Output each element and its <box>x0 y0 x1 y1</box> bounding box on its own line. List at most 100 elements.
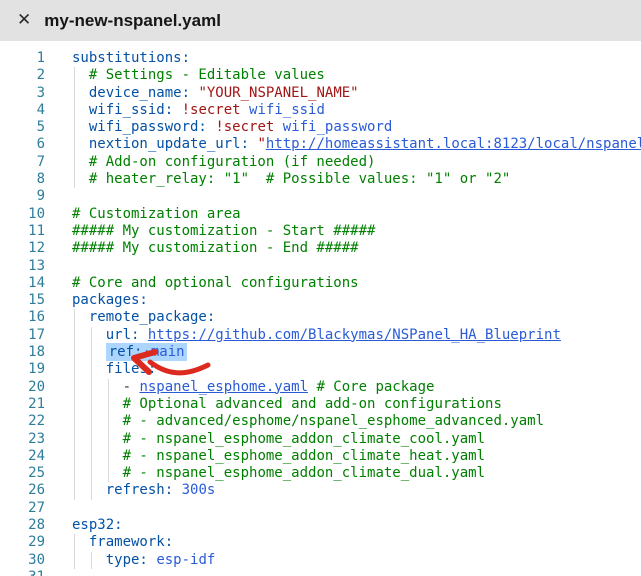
code-token-comment: # Add-on configuration (if needed) <box>89 154 376 170</box>
code-token-value: 300s <box>182 482 216 498</box>
code-token-string: " <box>257 136 265 152</box>
code-line[interactable]: 17 url: https://github.com/Blackymas/NSP… <box>0 327 641 344</box>
code-line[interactable]: 21 # Optional advanced and add-on config… <box>0 396 641 413</box>
code-line[interactable]: 6 nextion_update_url: "http://homeassist… <box>0 136 641 153</box>
editor-window: ✕ my-new-nspanel.yaml 1substitutions:2 #… <box>0 0 641 576</box>
code-line-text: ##### My customization - End ##### <box>72 240 641 257</box>
code-token-comment: ##### My customization - Start ##### <box>72 223 375 239</box>
line-number: 19 <box>0 361 45 378</box>
code-line-text: ##### My customization - Start ##### <box>72 223 641 240</box>
code-line[interactable]: 25 # - nspanel_esphome_addon_climate_dua… <box>0 465 641 482</box>
code-token-key: esp32: <box>72 517 123 533</box>
code-line[interactable]: 23 # - nspanel_esphome_addon_climate_coo… <box>0 431 641 448</box>
code-line[interactable]: 4 wifi_ssid: !secret wifi_ssid <box>0 102 641 119</box>
code-line-text: # - nspanel_esphome_addon_climate_cool.y… <box>72 431 641 448</box>
line-number: 30 <box>0 552 45 569</box>
code-line-text: packages: <box>72 292 641 309</box>
indent-guide <box>74 67 75 84</box>
code-line-text: # Customization area <box>72 206 641 223</box>
indent-guide <box>91 413 92 430</box>
code-line[interactable]: 11 ##### My customization - Start ##### <box>0 223 641 240</box>
line-number: 14 <box>0 275 45 292</box>
code-line-text: framework: <box>72 534 641 551</box>
indent-guide <box>74 482 75 499</box>
indent-guide <box>91 396 92 413</box>
code-line[interactable]: 15packages: <box>0 292 641 309</box>
code-token-key: nextion_update_url: <box>89 136 249 152</box>
indent-guide <box>74 344 75 361</box>
indent-guide <box>91 379 92 396</box>
code-token-comment: ##### My customization - End ##### <box>72 240 359 256</box>
line-number: 24 <box>0 448 45 465</box>
indent-guide <box>108 431 109 448</box>
indent-guide <box>74 396 75 413</box>
line-number: 26 <box>0 482 45 499</box>
code-line[interactable]: 13 <box>0 258 641 275</box>
code-line-text: # - nspanel_esphome_addon_climate_heat.y… <box>72 448 641 465</box>
line-number: 9 <box>0 188 45 205</box>
code-line[interactable]: 30 type: esp-idf <box>0 552 641 569</box>
code-token-tag: !secret <box>182 102 241 118</box>
line-number: 11 <box>0 223 45 240</box>
indent-guide <box>91 552 92 569</box>
indent-guide <box>74 361 75 378</box>
code-line-text: files: <box>72 361 641 378</box>
code-line[interactable]: 27 <box>0 500 641 517</box>
code-line[interactable]: 3 device_name: "YOUR_NSPANEL_NAME" <box>0 85 641 102</box>
code-line[interactable]: 7 # Add-on configuration (if needed) <box>0 154 641 171</box>
code-token-plain <box>139 327 147 343</box>
indent-guide <box>91 448 92 465</box>
code-line-text: # Optional advanced and add-on configura… <box>72 396 641 413</box>
indent-guide <box>74 171 75 188</box>
code-line[interactable]: 1substitutions: <box>0 50 641 67</box>
code-token-value: wifi_password <box>283 119 393 135</box>
line-number: 4 <box>0 102 45 119</box>
code-line[interactable]: 28esp32: <box>0 517 641 534</box>
code-line[interactable]: 29 framework: <box>0 534 641 551</box>
line-number: 6 <box>0 136 45 153</box>
code-token-key: refresh: <box>106 482 173 498</box>
code-line[interactable]: 5 wifi_password: !secret wifi_password <box>0 119 641 136</box>
code-token-comment: # - nspanel_esphome_addon_climate_dual.y… <box>123 465 485 481</box>
line-number: 16 <box>0 309 45 326</box>
indent-guide <box>91 344 92 361</box>
indent-guide <box>74 465 75 482</box>
code-token-key: substitutions: <box>72 50 190 66</box>
code-line[interactable]: 14# Core and optional configurations <box>0 275 641 292</box>
indent-guide <box>74 431 75 448</box>
indent-guide <box>74 309 75 326</box>
code-line[interactable]: 9 <box>0 188 641 205</box>
code-line-text: # heater_relay: "1" # Possible values: "… <box>72 171 641 188</box>
line-number: 17 <box>0 327 45 344</box>
code-line[interactable]: 2 # Settings - Editable values <box>0 67 641 84</box>
close-icon[interactable]: ✕ <box>17 12 31 29</box>
code-token-string: "YOUR_NSPANEL_NAME" <box>198 85 358 101</box>
code-line[interactable]: 24 # - nspanel_esphome_addon_climate_hea… <box>0 448 641 465</box>
code-token-key: wifi_ssid: <box>89 102 173 118</box>
code-line[interactable]: 22 # - advanced/esphome/nspanel_esphome_… <box>0 413 641 430</box>
indent-guide <box>91 431 92 448</box>
line-number: 22 <box>0 413 45 430</box>
line-number: 31 <box>0 569 45 576</box>
code-token-value: wifi_ssid <box>249 102 325 118</box>
indent-guide <box>108 379 109 396</box>
code-line[interactable]: 26 refresh: 300s <box>0 482 641 499</box>
code-line[interactable]: 12##### My customization - End ##### <box>0 240 641 257</box>
code-editor[interactable]: 1substitutions:2 # Settings - Editable v… <box>0 41 641 576</box>
code-line[interactable]: 18 ref:·main <box>0 344 641 361</box>
code-line[interactable]: 10# Customization area <box>0 206 641 223</box>
indent-guide <box>74 552 75 569</box>
code-line-text: nextion_update_url: "http://homeassistan… <box>72 136 641 153</box>
code-line[interactable]: 16 remote_package: <box>0 309 641 326</box>
code-line[interactable]: 31 <box>0 569 641 576</box>
indent-guide <box>74 448 75 465</box>
code-line[interactable]: 19 files: <box>0 361 641 378</box>
indent-guide <box>108 465 109 482</box>
file-title: my-new-nspanel.yaml <box>44 11 221 31</box>
code-line-text: # - advanced/esphome/nspanel_esphome_adv… <box>72 413 641 430</box>
code-line[interactable]: 8 # heater_relay: "1" # Possible values:… <box>0 171 641 188</box>
code-token-value: main <box>151 344 185 360</box>
code-line[interactable]: 20 - nspanel_esphome.yaml # Core package <box>0 379 641 396</box>
indent-guide <box>74 327 75 344</box>
indent-guide <box>91 361 92 378</box>
